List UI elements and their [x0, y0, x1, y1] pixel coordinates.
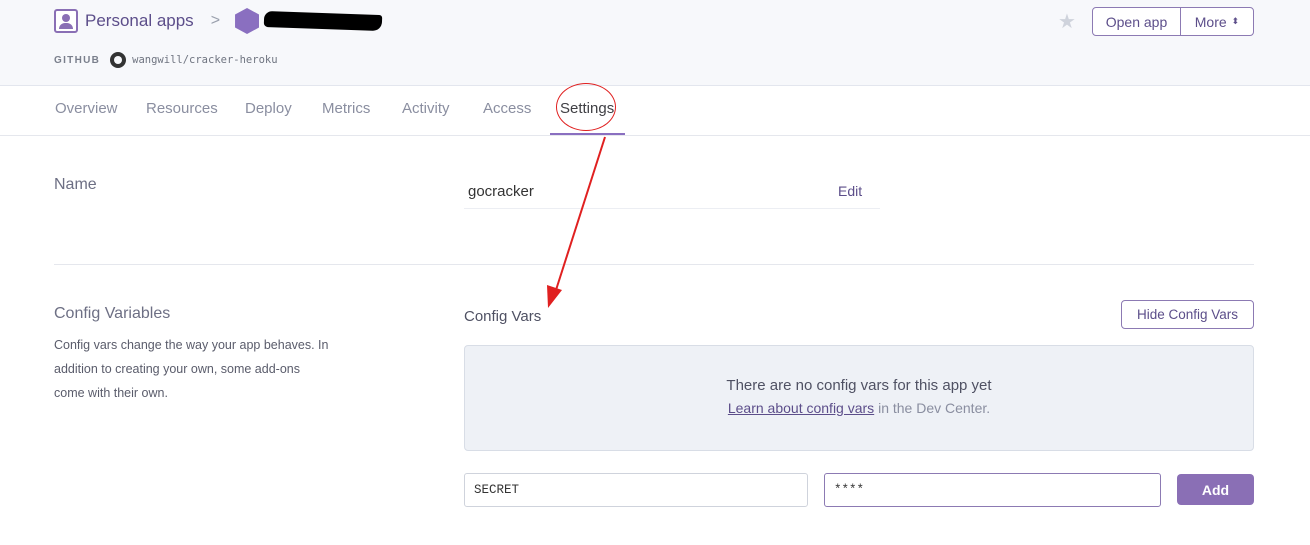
user-icon: [54, 9, 78, 33]
breadcrumb: Personal apps >: [54, 8, 383, 34]
tab-metrics[interactable]: Metrics: [322, 100, 370, 117]
arrow-shaft: [555, 136, 606, 291]
hide-config-vars-button[interactable]: Hide Config Vars: [1121, 300, 1254, 329]
active-tab-indicator: [550, 133, 625, 135]
dev-center-suffix: in the Dev Center.: [874, 400, 991, 416]
edit-name-button[interactable]: Edit: [838, 183, 862, 199]
app-name-value: gocracker: [468, 183, 534, 200]
config-description: Config vars change the way your app beha…: [54, 338, 329, 400]
tab-activity[interactable]: Activity: [402, 100, 450, 117]
learn-config-vars-link[interactable]: Learn about config vars: [728, 400, 874, 416]
more-button[interactable]: More ⬍: [1181, 8, 1253, 35]
app-header: Personal apps > GITHUB wangwill/cracker-…: [0, 0, 1310, 86]
config-section-title: Config Variables: [54, 305, 171, 322]
tab-deploy[interactable]: Deploy: [245, 100, 292, 117]
config-key-input[interactable]: [464, 473, 808, 507]
redacted-app-name: [263, 10, 383, 32]
section-divider: [54, 264, 1254, 265]
tab-access[interactable]: Access: [483, 100, 531, 117]
star-icon[interactable]: ★: [1058, 9, 1076, 34]
name-underline: [464, 208, 880, 209]
breadcrumb-separator: >: [210, 12, 221, 29]
github-label: GITHUB: [54, 54, 101, 66]
app-tabs: Overview Resources Deploy Metrics Activi…: [0, 86, 1310, 136]
github-connection: GITHUB wangwill/cracker-heroku: [54, 52, 278, 68]
empty-message: There are no config vars for this app ye…: [726, 377, 992, 394]
arrow-head: [547, 285, 562, 308]
config-value-input[interactable]: [824, 473, 1161, 507]
personal-apps-link[interactable]: Personal apps: [85, 11, 194, 31]
annotation-circle: [556, 83, 616, 131]
open-app-button[interactable]: Open app: [1093, 8, 1181, 35]
add-config-var-button[interactable]: Add: [1177, 474, 1254, 505]
tab-resources[interactable]: Resources: [146, 100, 218, 117]
github-icon: [110, 52, 127, 68]
tab-overview[interactable]: Overview: [55, 100, 118, 117]
github-repo-link[interactable]: wangwill/cracker-heroku: [132, 54, 277, 66]
chevron-up-down-icon: ⬍: [1231, 16, 1240, 26]
more-button-label: More: [1194, 13, 1227, 30]
app-hexagon-icon: [235, 8, 260, 34]
name-section-title: Name: [54, 176, 97, 193]
header-actions: Open app More ⬍: [1092, 7, 1254, 36]
config-vars-label: Config Vars: [464, 308, 542, 325]
dev-center-note: Learn about config vars in the Dev Cente…: [465, 400, 1253, 416]
empty-config-vars-box: There are no config vars for this app ye…: [464, 345, 1254, 451]
